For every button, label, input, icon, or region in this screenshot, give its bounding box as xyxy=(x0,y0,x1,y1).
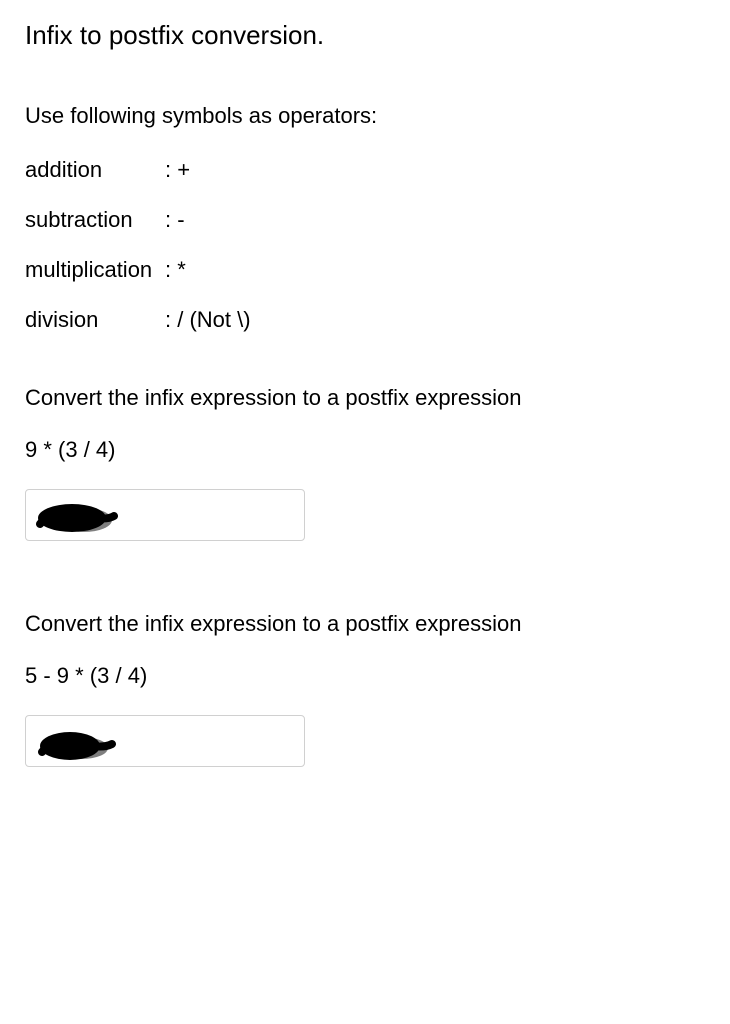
operator-symbol: : - xyxy=(165,207,185,233)
operator-label: addition xyxy=(25,157,165,183)
expression-text: 5 - 9 * (3 / 4) xyxy=(25,663,705,689)
operator-row-multiplication: multiplication : * xyxy=(25,257,705,283)
instructions-text: Use following symbols as operators: xyxy=(25,103,705,129)
answer-input-1[interactable] xyxy=(25,489,305,541)
operator-label: subtraction xyxy=(25,207,165,233)
operator-symbol: : / (Not \) xyxy=(165,307,251,333)
question-block-1: Convert the infix expression to a postfi… xyxy=(25,385,705,541)
question-prompt: Convert the infix expression to a postfi… xyxy=(25,611,705,637)
question-block-2: Convert the infix expression to a postfi… xyxy=(25,611,705,767)
operator-label: division xyxy=(25,307,165,333)
operator-symbol: : + xyxy=(165,157,190,183)
operator-symbol: : * xyxy=(165,257,186,283)
operator-row-division: division : / (Not \) xyxy=(25,307,705,333)
operators-list: addition : + subtraction : - multiplicat… xyxy=(25,157,705,333)
redaction-mark-icon xyxy=(34,496,124,538)
answer-input-2[interactable] xyxy=(25,715,305,767)
operator-label: multiplication xyxy=(25,257,165,283)
redaction-mark-icon xyxy=(34,722,124,764)
operator-row-addition: addition : + xyxy=(25,157,705,183)
expression-text: 9 * (3 / 4) xyxy=(25,437,705,463)
question-prompt: Convert the infix expression to a postfi… xyxy=(25,385,705,411)
operator-row-subtraction: subtraction : - xyxy=(25,207,705,233)
page-title: Infix to postfix conversion. xyxy=(25,20,705,51)
